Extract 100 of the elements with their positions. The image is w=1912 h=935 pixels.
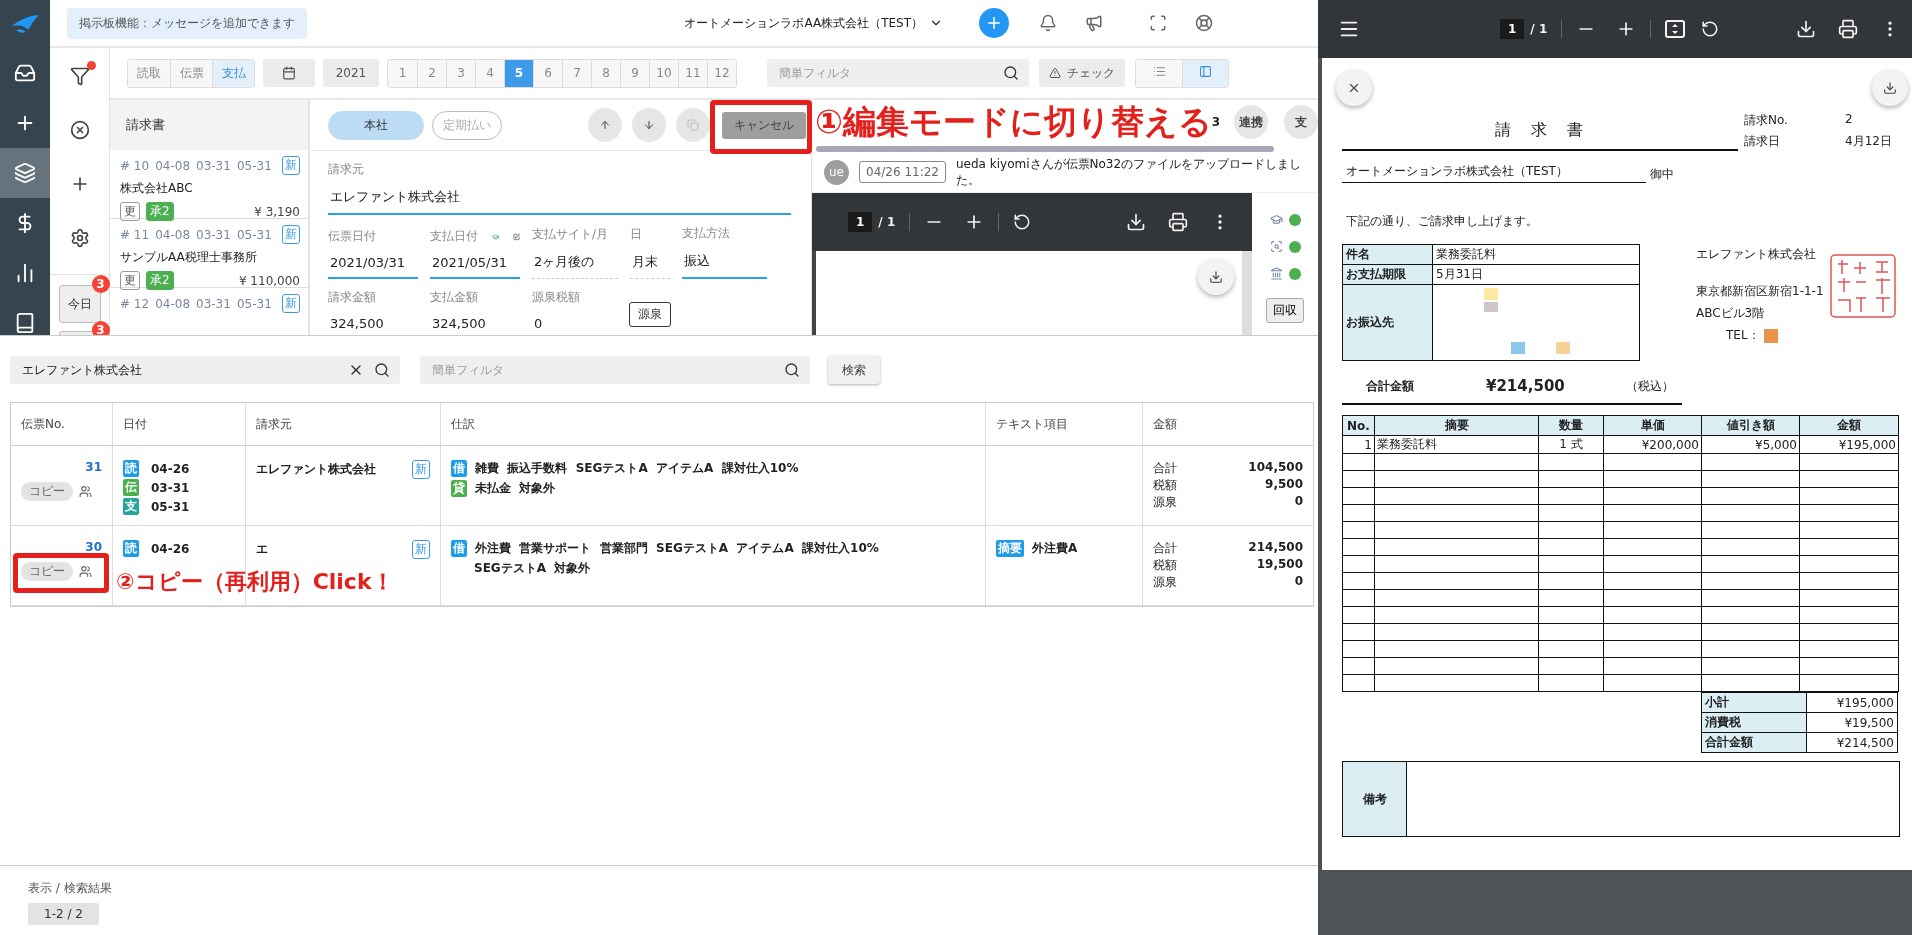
results-label: 表示 / 検索結果 (28, 880, 112, 897)
total-label: 合計金額 (1366, 377, 1415, 395)
journal-text: 未払金 対象外 (475, 480, 556, 497)
count-badge: 3 (91, 275, 110, 293)
column-header: テキスト項目 (986, 403, 1143, 446)
greeting-text: 下記の通り、ご請求申し上げます。 (1345, 213, 1539, 230)
info-label: 件名 (1342, 244, 1433, 265)
date-text: 03-31 (151, 480, 190, 495)
new-badge: 新 (282, 156, 300, 175)
column-header: 摘要 (1374, 415, 1539, 436)
remarks-label: 備考 (1343, 762, 1407, 836)
invoice-amount: ¥ 3,190 (254, 204, 300, 219)
invoice-date: 03-31 (196, 158, 231, 173)
date-text: 04-26 (151, 541, 190, 556)
journal-tag: 借 (451, 460, 467, 477)
info-value: 業務委託料 (1432, 244, 1640, 265)
text-item-tag: 摘要 (996, 540, 1024, 557)
page-total: / 1 (878, 215, 896, 229)
issuer-address: 東京都新宿区新宿1-1-1 (1696, 283, 1825, 300)
invoice-date: 05-31 (236, 227, 272, 242)
amount-label: 税額 (1153, 477, 1177, 494)
addressee: オートメーションラボ株式会社（TEST） (1342, 161, 1646, 183)
amount-value: 19,500 (1256, 557, 1303, 573)
amount-value: 0 (1294, 574, 1303, 590)
column-header: 金額 (1799, 415, 1899, 436)
column-header: 伝票No. (11, 403, 113, 446)
invoice-number: # 12 (120, 296, 150, 311)
document-title: 請 求 書 (1342, 112, 1738, 151)
journal-tag: 借 (451, 540, 467, 557)
count-badge: 3 (91, 321, 110, 335)
annotation-text: ②コピー（再利用）Click！ (116, 570, 394, 595)
date-text: 05-31 (151, 499, 190, 514)
annotation-text: ①編集モードに切り替える (815, 104, 1212, 141)
status-tag: 更 (120, 271, 140, 290)
amount-label: 合計 (1153, 540, 1177, 557)
honorific: 御中 (1650, 166, 1674, 183)
journal-text: 外注費 営業サポート 営業部門 SEGテストA アイテムA 課対仕入10% (475, 540, 879, 557)
amount-value: 104,500 (1248, 460, 1303, 476)
column-header: 単価 (1603, 415, 1702, 436)
count-label: 3 (1211, 115, 1220, 129)
invoice-date: 05-31 (236, 158, 272, 173)
info-label: お振込先 (1342, 284, 1433, 361)
amount-label: 税額 (1153, 557, 1177, 574)
amount-label: 源泉 (1153, 574, 1177, 591)
date-tag: 伝 (123, 479, 139, 496)
amount-label: 合計 (1153, 460, 1177, 477)
meta-value: 4月12日 (1845, 133, 1892, 150)
invoice-amount: ¥ 110,000 (238, 273, 300, 288)
new-badge: 新 (282, 225, 300, 244)
status-tag: 承2 (146, 202, 174, 221)
amount-label: 源泉 (1153, 494, 1177, 511)
meta-value: 2 (1845, 112, 1854, 128)
table-cell: ¥5,000 (1701, 435, 1800, 454)
date-tag: 支 (123, 498, 139, 515)
field-label: 支払方法 (682, 225, 730, 242)
invoice-number: # 10 (120, 158, 150, 173)
status-tag: 更 (120, 202, 140, 221)
text-item: 外注費A (1032, 540, 1078, 557)
invoice-date: 04-08 (155, 158, 190, 173)
field-label: 伝票日付 (328, 228, 376, 245)
field-label: 日 (630, 226, 642, 243)
summary-label: 合計金額 (1701, 732, 1807, 753)
new-badge: 新 (282, 294, 300, 313)
column-header: 値引き額 (1701, 415, 1800, 436)
table-cell: ¥195,000 (1799, 435, 1899, 454)
results-count: 1-2 / 2 (28, 903, 99, 925)
summary-value: ¥19,500 (1806, 712, 1898, 733)
amount-value: 214,500 (1248, 540, 1303, 556)
page-total: / 1 (1530, 22, 1548, 36)
table-cell: 1 式 (1538, 435, 1604, 454)
field-label: 源泉税額 (532, 289, 580, 306)
column-header: No. (1342, 415, 1375, 436)
summary-label: 小計 (1701, 692, 1807, 713)
journal-text: SEGテストA 対象外 (474, 560, 591, 577)
column-header: 仕訳 (441, 403, 986, 446)
client-name: エレファント株式会社 (256, 461, 376, 478)
activity-message: ueda kiyomiさんが伝票No32のファイルをアップロードしました。 (956, 155, 1303, 189)
invoice-date: 03-31 (196, 227, 231, 242)
amount-value: 9,500 (1265, 477, 1303, 493)
info-value: 5月31日 (1432, 264, 1640, 285)
date-tag: 読 (123, 460, 139, 477)
field-label: 請求金額 (328, 289, 376, 306)
timestamp: 04/26 11:22 (859, 161, 946, 183)
invoice-vendor: サンプルAA税理士事務所 (120, 249, 258, 266)
invoice-number: # 11 (120, 227, 150, 242)
table-cell: ¥200,000 (1603, 435, 1702, 454)
invoice-date: 04-08 (155, 296, 190, 311)
field-label: 支払日付 (430, 228, 478, 245)
invoice-date: 05-31 (236, 296, 272, 311)
field-label: 支払サイト/月 (532, 226, 609, 243)
client-name: エ (256, 541, 268, 558)
invoice-vendor: 株式会社ABC (120, 180, 194, 197)
issuer-address: ABCビル3階 (1696, 305, 1766, 322)
issuer-name: エレファント株式会社 (1696, 246, 1817, 263)
invoice-date: 04-08 (155, 227, 190, 242)
journal-tag: 貸 (451, 480, 467, 497)
summary-value: ¥214,500 (1806, 732, 1898, 753)
new-badge: 新 (412, 460, 430, 479)
summary-value: ¥195,000 (1806, 692, 1898, 713)
field-label: 支払金額 (430, 289, 478, 306)
